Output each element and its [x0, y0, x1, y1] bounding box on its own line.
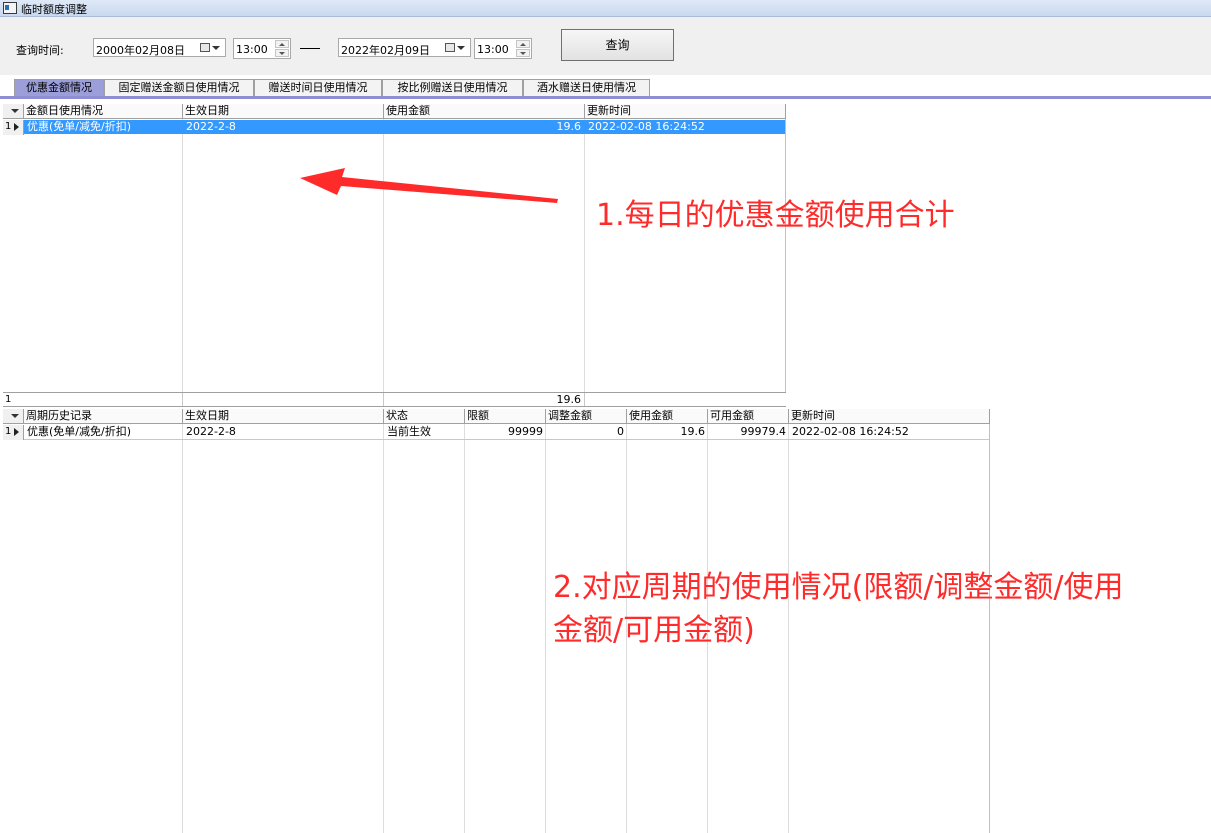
- annotation-arrow: [300, 168, 558, 203]
- annotation-period-usage-line1: 2.对应周期的使用情况(限额/调整金额/使用: [553, 570, 1124, 605]
- arrow-icon: [300, 168, 558, 203]
- annotation-daily-total: 1.每日的优惠金额使用合计: [596, 198, 955, 233]
- annotation-period-usage-line2: 金额/可用金额): [553, 613, 755, 648]
